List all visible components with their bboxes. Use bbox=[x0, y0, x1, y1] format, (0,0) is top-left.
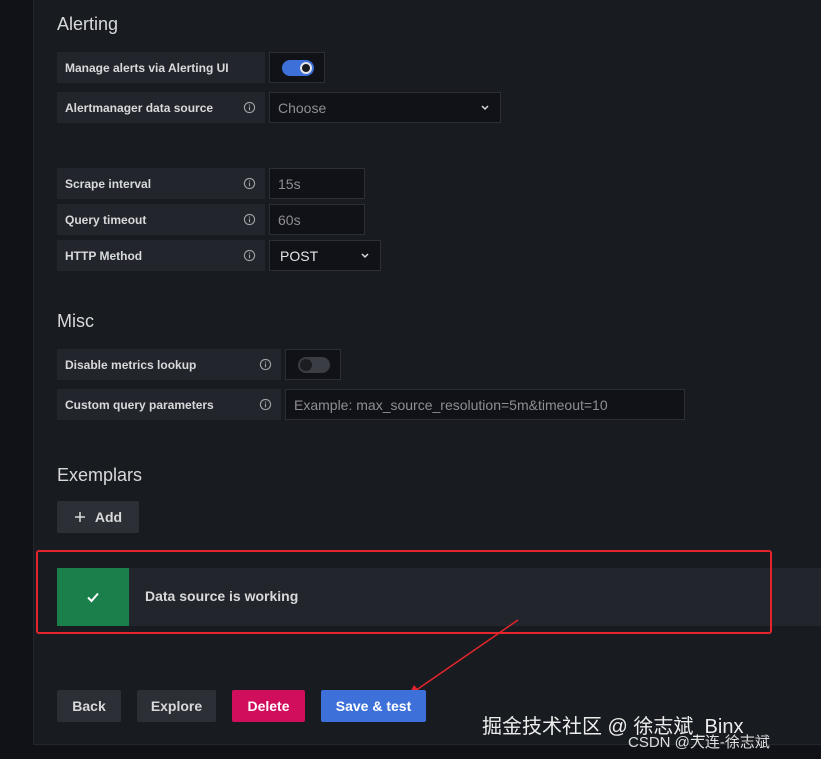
http-method-value: POST bbox=[280, 247, 319, 264]
alertmanager-source-select[interactable]: Choose bbox=[269, 92, 501, 123]
custom-query-params-label: Custom query parameters bbox=[57, 389, 281, 420]
info-circle-icon[interactable] bbox=[243, 249, 256, 262]
watermark-csdn: CSDN @大连-徐志斌 bbox=[628, 734, 770, 751]
scrape-interval-value: 15s bbox=[278, 175, 301, 192]
http-method-label: HTTP Method bbox=[57, 240, 265, 271]
add-exemplar-label: Add bbox=[94, 509, 123, 525]
toggle-knob bbox=[300, 359, 312, 371]
http-method-label-text: HTTP Method bbox=[65, 248, 143, 263]
alertmanager-source-placeholder: Choose bbox=[278, 99, 327, 116]
exemplars-section-title: Exemplars bbox=[57, 465, 143, 485]
http-method-select[interactable]: POST bbox=[269, 240, 381, 271]
query-timeout-label-text: Query timeout bbox=[65, 212, 147, 227]
manage-alerts-toggle[interactable] bbox=[282, 60, 314, 76]
manage-alerts-toggle-box bbox=[269, 52, 325, 83]
alerting-section-title: Alerting bbox=[57, 14, 119, 34]
custom-query-params-label-text: Custom query parameters bbox=[65, 397, 214, 412]
delete-button[interactable]: Delete bbox=[232, 690, 305, 722]
sidebar-edge bbox=[0, 0, 33, 759]
query-timeout-label: Query timeout bbox=[57, 204, 265, 235]
disable-metrics-lookup-toggle[interactable] bbox=[298, 357, 330, 373]
info-circle-icon[interactable] bbox=[243, 101, 256, 114]
alertmanager-source-label: Alertmanager data source bbox=[57, 92, 265, 123]
info-circle-icon[interactable] bbox=[259, 358, 272, 371]
query-timeout-input[interactable]: 60s bbox=[269, 204, 365, 235]
disable-metrics-lookup-toggle-box bbox=[285, 349, 341, 380]
query-timeout-value: 60s bbox=[278, 211, 301, 228]
info-circle-icon[interactable] bbox=[259, 398, 272, 411]
add-exemplar-button[interactable]: Add bbox=[57, 501, 139, 533]
toggle-knob bbox=[300, 62, 312, 74]
scrape-interval-label-text: Scrape interval bbox=[65, 176, 152, 191]
save-test-button[interactable]: Save & test bbox=[321, 690, 426, 722]
manage-alerts-label: Manage alerts via Alerting UI bbox=[57, 52, 265, 83]
back-button[interactable]: Back bbox=[57, 690, 121, 722]
chevron-down-icon bbox=[361, 253, 369, 259]
explore-button[interactable]: Explore bbox=[137, 690, 216, 722]
alertmanager-source-label-text: Alertmanager data source bbox=[65, 100, 214, 115]
info-circle-icon[interactable] bbox=[243, 177, 256, 190]
scrape-interval-input[interactable]: 15s bbox=[269, 168, 365, 199]
chevron-down-icon bbox=[481, 105, 489, 111]
plus-icon bbox=[74, 512, 85, 522]
custom-query-params-input[interactable]: Example: max_source_resolution=5m&timeou… bbox=[285, 389, 685, 420]
custom-query-params-placeholder: Example: max_source_resolution=5m&timeou… bbox=[294, 396, 608, 413]
scrape-interval-label: Scrape interval bbox=[57, 168, 265, 199]
disable-metrics-lookup-label: Disable metrics lookup bbox=[57, 349, 281, 380]
disable-metrics-lookup-label-text: Disable metrics lookup bbox=[65, 357, 197, 372]
info-circle-icon[interactable] bbox=[243, 213, 256, 226]
annotation-arrow bbox=[408, 619, 519, 696]
misc-section-title: Misc bbox=[57, 311, 94, 331]
